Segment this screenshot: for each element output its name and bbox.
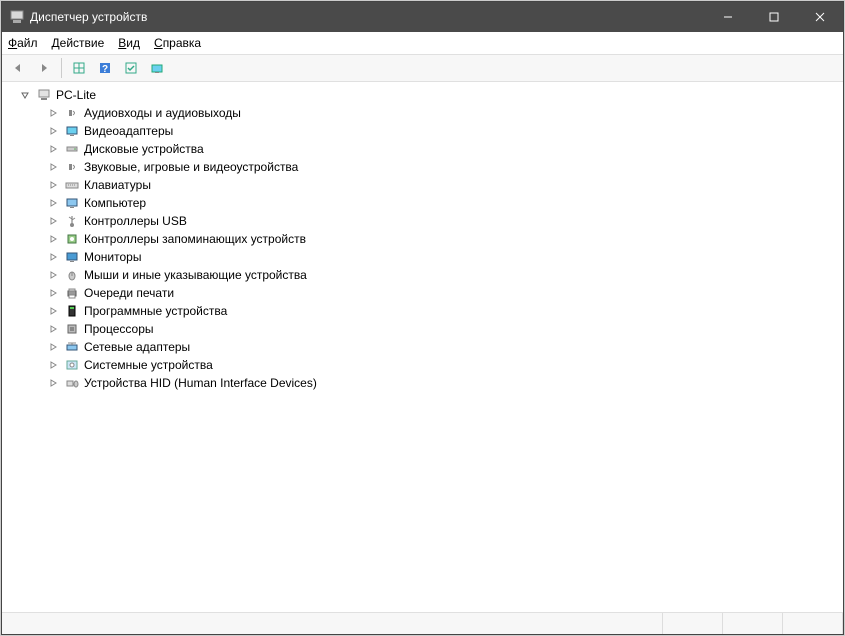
system-icon	[64, 357, 80, 373]
expand-icon[interactable]	[46, 286, 60, 300]
keyboard-icon	[64, 177, 80, 193]
tree-node-label: Системные устройства	[84, 358, 213, 372]
expand-icon[interactable]	[46, 250, 60, 264]
maximize-button[interactable]	[751, 2, 797, 32]
toolbar: ?	[2, 54, 843, 82]
close-button[interactable]	[797, 2, 843, 32]
disk-icon	[64, 141, 80, 157]
root-label: PC-Lite	[56, 88, 96, 102]
expand-icon[interactable]	[46, 268, 60, 282]
tree-node[interactable]: Контроллеры запоминающих устройств	[46, 230, 841, 248]
tree-root-node[interactable]: PC-Lite	[18, 86, 841, 104]
tree-node-label: Устройства HID (Human Interface Devices)	[84, 376, 317, 390]
cpu-icon	[64, 321, 80, 337]
show-hidden-button[interactable]	[67, 56, 91, 80]
tree-node[interactable]: Сетевые адаптеры	[46, 338, 841, 356]
titlebar[interactable]: Диспетчер устройств	[2, 2, 843, 32]
tree-node[interactable]: Звуковые, игровые и видеоустройства	[46, 158, 841, 176]
tree-node[interactable]: Очереди печати	[46, 284, 841, 302]
audio-icon	[64, 159, 80, 175]
tree-node-label: Дисковые устройства	[84, 142, 204, 156]
app-icon	[10, 10, 24, 24]
tree-node-label: Программные устройства	[84, 304, 227, 318]
expand-icon[interactable]	[46, 106, 60, 120]
expand-icon[interactable]	[46, 358, 60, 372]
expand-icon[interactable]	[46, 178, 60, 192]
svg-text:?: ?	[102, 64, 108, 75]
forward-button[interactable]	[32, 56, 56, 80]
tree-node[interactable]: Видеоадаптеры	[46, 122, 841, 140]
menu-action[interactable]: Действие	[52, 36, 105, 50]
tree-node-label: Мыши и иные указывающие устройства	[84, 268, 307, 282]
expand-icon[interactable]	[46, 196, 60, 210]
tree-node[interactable]: Мыши и иные указывающие устройства	[46, 266, 841, 284]
minimize-button[interactable]	[705, 2, 751, 32]
software-icon	[64, 303, 80, 319]
statusbar	[2, 612, 843, 634]
tree-node-label: Клавиатуры	[84, 178, 151, 192]
tree-node-label: Компьютер	[84, 196, 146, 210]
menu-help[interactable]: Справка	[154, 36, 201, 50]
expand-icon[interactable]	[46, 214, 60, 228]
expand-icon[interactable]	[46, 232, 60, 246]
expand-icon[interactable]	[46, 376, 60, 390]
tree-node-label: Звуковые, игровые и видеоустройства	[84, 160, 298, 174]
usb-icon	[64, 213, 80, 229]
tree-node-label: Аудиовходы и аудиовыходы	[84, 106, 241, 120]
monitor-icon	[64, 249, 80, 265]
toolbar-separator	[61, 58, 62, 78]
computer-icon	[36, 87, 52, 103]
refresh-button[interactable]	[145, 56, 169, 80]
window-title: Диспетчер устройств	[30, 10, 705, 24]
window: Диспетчер устройств Файл Действие Вид Сп…	[1, 1, 844, 635]
back-button[interactable]	[6, 56, 30, 80]
tree-node-label: Контроллеры запоминающих устройств	[84, 232, 306, 246]
expand-icon[interactable]	[46, 124, 60, 138]
computer-icon	[64, 195, 80, 211]
menu-file[interactable]: Файл	[8, 36, 38, 50]
mouse-icon	[64, 267, 80, 283]
expand-icon[interactable]	[46, 304, 60, 318]
expand-icon[interactable]	[46, 142, 60, 156]
collapse-icon[interactable]	[18, 88, 32, 102]
help-button[interactable]: ?	[93, 56, 117, 80]
tree-node[interactable]: Контроллеры USB	[46, 212, 841, 230]
printer-icon	[64, 285, 80, 301]
tree-node[interactable]: Мониторы	[46, 248, 841, 266]
tree-node[interactable]: Аудиовходы и аудиовыходы	[46, 104, 841, 122]
tree-node-label: Сетевые адаптеры	[84, 340, 190, 354]
expand-icon[interactable]	[46, 340, 60, 354]
expand-icon[interactable]	[46, 322, 60, 336]
menubar: Файл Действие Вид Справка	[2, 32, 843, 54]
hid-icon	[64, 375, 80, 391]
network-icon	[64, 339, 80, 355]
scan-button[interactable]	[119, 56, 143, 80]
tree-node-label: Процессоры	[84, 322, 154, 336]
storage-icon	[64, 231, 80, 247]
audio-icon	[64, 105, 80, 121]
tree-node[interactable]: Компьютер	[46, 194, 841, 212]
expand-icon[interactable]	[46, 160, 60, 174]
display-icon	[64, 123, 80, 139]
tree-node[interactable]: Системные устройства	[46, 356, 841, 374]
tree-node-label: Очереди печати	[84, 286, 174, 300]
tree-node-label: Мониторы	[84, 250, 141, 264]
tree-node-label: Контроллеры USB	[84, 214, 187, 228]
tree-view[interactable]: PC-Lite Аудиовходы и аудиовыходы Видеоад…	[2, 82, 843, 612]
status-text	[2, 613, 663, 634]
tree-node-label: Видеоадаптеры	[84, 124, 173, 138]
tree-node[interactable]: Программные устройства	[46, 302, 841, 320]
tree-node[interactable]: Процессоры	[46, 320, 841, 338]
tree-node[interactable]: Устройства HID (Human Interface Devices)	[46, 374, 841, 392]
tree-node[interactable]: Дисковые устройства	[46, 140, 841, 158]
menu-view[interactable]: Вид	[118, 36, 140, 50]
window-controls	[705, 2, 843, 32]
tree-node[interactable]: Клавиатуры	[46, 176, 841, 194]
